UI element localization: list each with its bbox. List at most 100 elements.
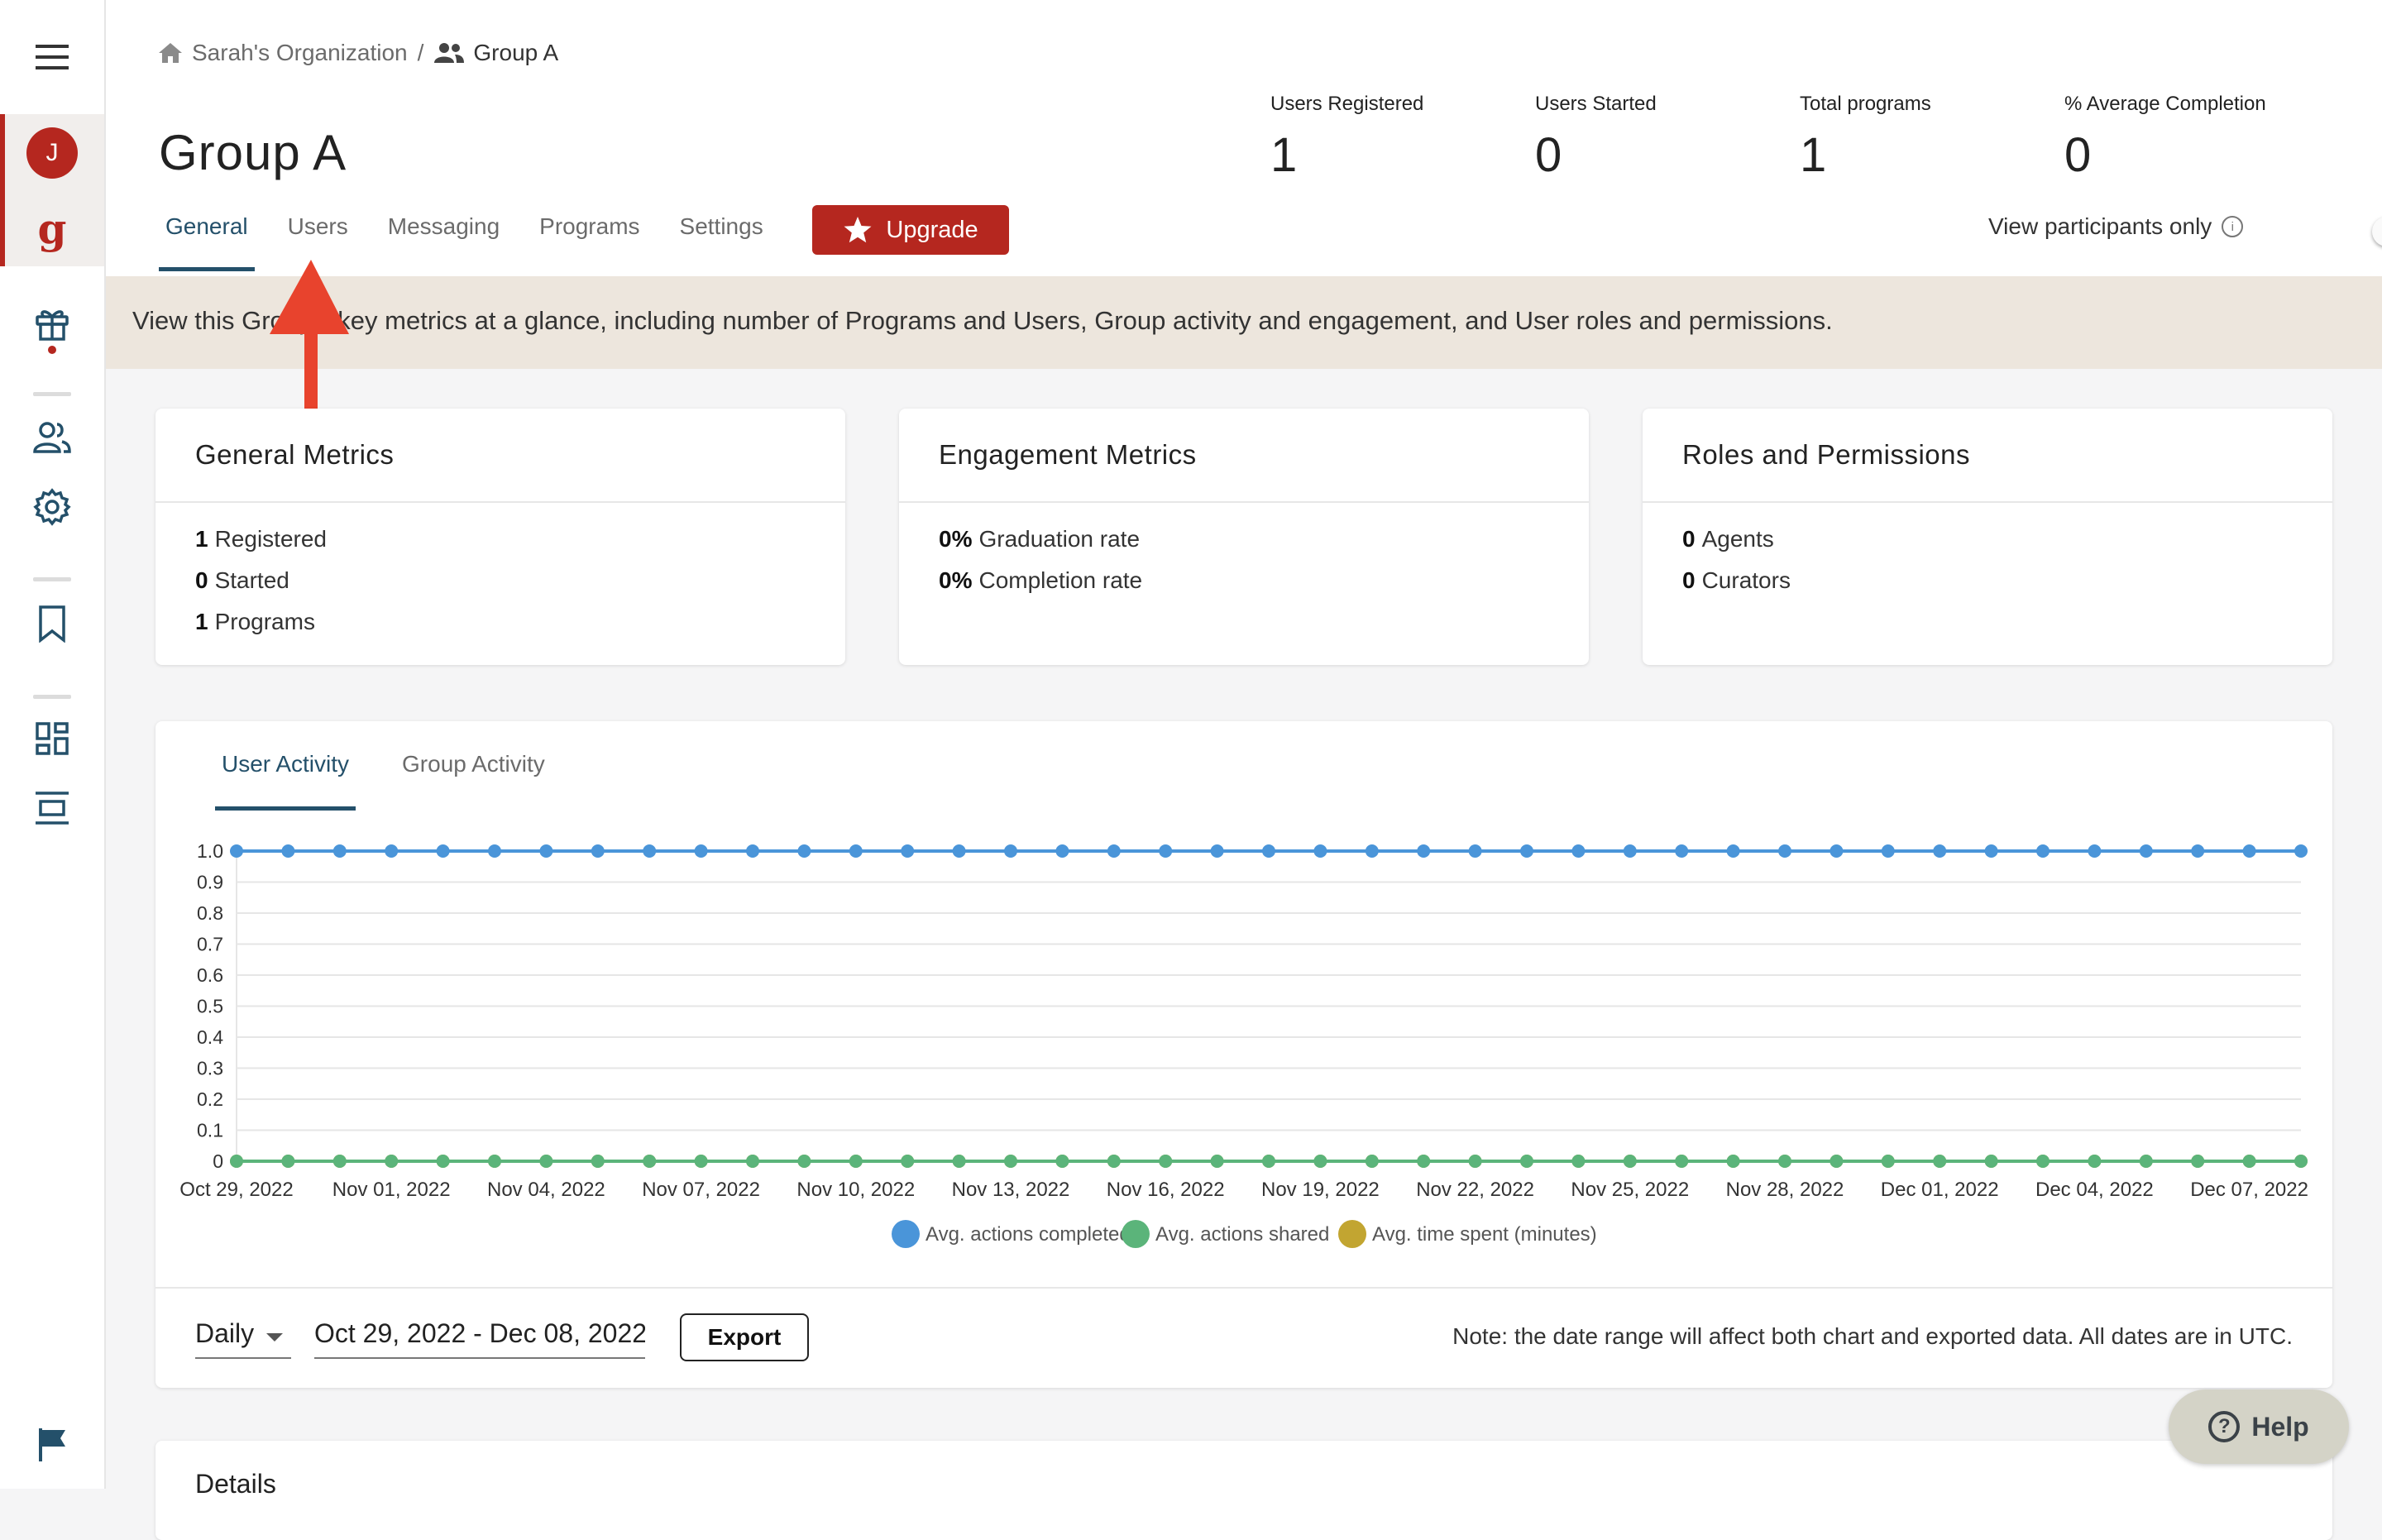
data-point	[1830, 844, 1844, 858]
data-point	[539, 1155, 553, 1168]
rail-divider	[33, 392, 71, 396]
data-point	[746, 844, 759, 858]
dashboard-grid-icon[interactable]	[0, 720, 104, 758]
data-point	[1623, 1155, 1637, 1168]
stat-average-completion: % Average Completion 0	[2064, 93, 2266, 183]
help-button[interactable]: ? Help	[2169, 1389, 2349, 1464]
data-point	[1933, 844, 1947, 858]
help-label: Help	[2251, 1411, 2309, 1442]
y-tick-label: 0.7	[197, 934, 223, 955]
data-point	[2191, 1155, 2205, 1168]
y-tick-label: 0.2	[197, 1088, 223, 1110]
x-tick-label: Oct 29, 2022	[179, 1179, 293, 1201]
users-icon[interactable]	[0, 418, 104, 457]
page-title: Group A	[159, 125, 347, 180]
data-point	[1778, 844, 1791, 858]
flag-icon[interactable]	[0, 1424, 104, 1466]
brand-logo-icon[interactable]: g	[0, 203, 104, 253]
star-icon	[844, 217, 872, 243]
bookmark-icon[interactable]	[0, 604, 104, 643]
left-rail: J g	[0, 0, 106, 1489]
toggle-knob	[2372, 217, 2382, 246]
upgrade-button[interactable]: Upgrade	[812, 205, 1009, 255]
general-metrics-card: General Metrics 1 Registered 0 Started 1 Pr…	[155, 409, 845, 665]
data-point	[2088, 844, 2102, 858]
data-point	[2191, 844, 2205, 858]
view-participants-label: View participants only	[1988, 213, 2212, 239]
data-point	[2036, 1155, 2050, 1168]
data-point	[281, 844, 295, 858]
data-point	[332, 1155, 347, 1168]
data-point	[1365, 1155, 1379, 1168]
date-range-input[interactable]: Oct 29, 2022 - Dec 08, 2022	[314, 1318, 645, 1359]
data-point	[694, 1155, 708, 1168]
tab-programs[interactable]: Programs	[539, 213, 639, 271]
y-tick-label: 0	[213, 1150, 223, 1172]
data-point	[643, 844, 657, 858]
breadcrumb-org-link[interactable]: Sarah's Organization	[192, 40, 408, 66]
data-point	[1262, 1155, 1275, 1168]
data-point	[952, 844, 966, 858]
tab-settings[interactable]: Settings	[680, 213, 763, 271]
home-icon[interactable]	[157, 41, 184, 65]
group-tabs: General Users Messaging Programs Setting…	[159, 213, 803, 271]
roles-permissions-card: Roles and Permissions 0 Agents 0 Curators	[1643, 409, 2332, 665]
data-point	[1675, 844, 1689, 858]
user-activity-chart: 1.0 0.9 0.8 0.7 0.6 0.5 0.4 0.3 0.2 0.1 0 Oct 29, 2…	[179, 840, 2308, 1248]
data-point	[746, 1155, 759, 1168]
data-point	[2242, 1155, 2256, 1168]
export-button[interactable]: Export	[680, 1313, 809, 1361]
y-tick-label: 0.8	[197, 902, 223, 924]
stat-label: Users Started	[1535, 93, 1657, 115]
tab-general[interactable]: General	[159, 213, 255, 271]
data-point	[2139, 1155, 2153, 1168]
view-participants-toggle[interactable]	[2372, 217, 2382, 246]
stat-value: 1	[1270, 128, 1298, 182]
x-tick-label: Dec 04, 2022	[2035, 1179, 2154, 1201]
page-header: Sarah's Organization / Group A Group A U…	[106, 0, 2382, 276]
data-point	[1107, 1155, 1121, 1168]
data-point	[385, 844, 399, 858]
gift-icon[interactable]	[0, 304, 104, 342]
data-point	[1313, 844, 1327, 858]
tab-messaging[interactable]: Messaging	[388, 213, 500, 271]
data-point	[332, 844, 347, 858]
data-point	[230, 1155, 243, 1168]
data-point	[849, 844, 863, 858]
upgrade-label: Upgrade	[886, 216, 978, 243]
data-point	[643, 1155, 657, 1168]
settings-gear-icon[interactable]	[0, 488, 104, 526]
data-point	[1055, 844, 1069, 858]
group-icon	[434, 43, 465, 63]
hamburger-menu-icon[interactable]	[0, 36, 104, 78]
layout-center-icon[interactable]	[0, 789, 104, 827]
rail-divider	[33, 695, 71, 699]
metric-completion-rate: 0% Completion rate	[939, 567, 1143, 593]
data-point	[1159, 844, 1173, 858]
data-point	[1726, 1155, 1740, 1168]
data-point	[1881, 844, 1895, 858]
engagement-metrics-card: Engagement Metrics 0% Graduation rate 0% C…	[899, 409, 1589, 665]
stat-value: 0	[1535, 128, 1562, 182]
info-icon[interactable]: i	[2222, 216, 2244, 237]
card-title: Roles and Permissions	[1643, 409, 2332, 503]
stat-label: Users Registered	[1270, 93, 1424, 115]
data-point	[849, 1155, 863, 1168]
metric-started: 0 Started	[195, 567, 289, 593]
user-avatar[interactable]: J	[0, 127, 104, 179]
data-point	[2139, 844, 2153, 858]
data-point	[1520, 1155, 1533, 1168]
data-point	[1107, 844, 1121, 858]
period-value: Daily	[195, 1318, 255, 1348]
data-point	[2294, 1155, 2308, 1168]
y-tick-label: 0.9	[197, 872, 223, 893]
data-point	[1571, 844, 1586, 858]
card-title: Engagement Metrics	[899, 409, 1589, 503]
data-point	[1159, 1155, 1173, 1168]
breadcrumb-current-group: Group A	[473, 40, 559, 65]
period-select[interactable]: Daily	[195, 1318, 291, 1359]
x-tick-label: Nov 16, 2022	[1107, 1179, 1225, 1201]
help-question-icon: ?	[2208, 1411, 2241, 1442]
breadcrumb-separator: /	[417, 40, 424, 65]
data-point	[1004, 1155, 1017, 1168]
